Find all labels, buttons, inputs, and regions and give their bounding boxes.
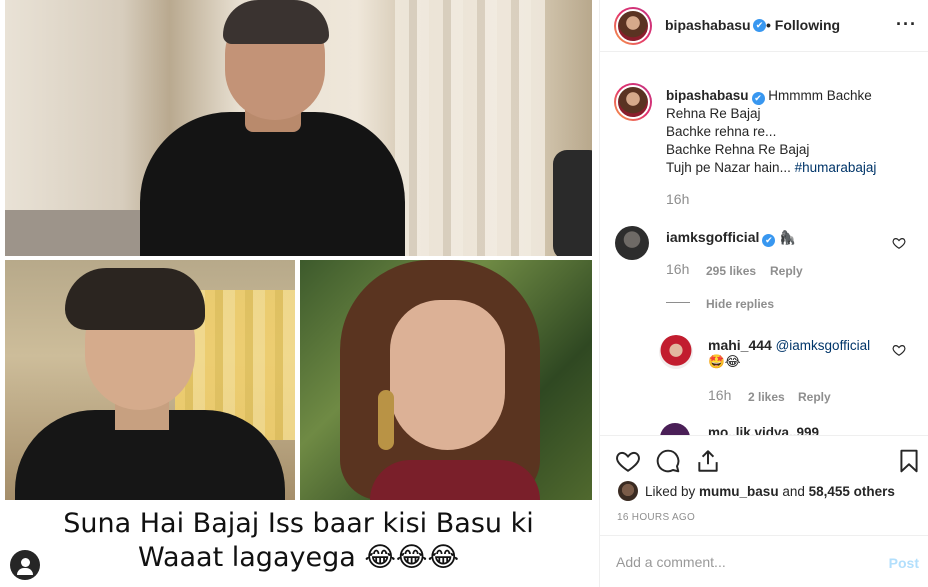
hashtag-link[interactable]: #humarabajaj [795,160,877,175]
share-icon[interactable] [695,448,721,474]
comment-row: iamksgofficial ✔ 🦍 [666,229,796,247]
reply-button[interactable]: Reply [770,264,803,278]
caption-line4: Bachke Rehna Re Bajaj [666,142,810,157]
heart-icon[interactable] [892,236,906,250]
likes-middle: and [778,484,809,499]
heart-icon[interactable] [615,448,641,474]
next-reply-username[interactable]: mo..lik.vidya..999 [708,425,819,435]
meme-caption-line1: Suna Hai Bajaj Iss baar kisi Basu ki [63,508,534,539]
reply-reply-button[interactable]: Reply [798,390,831,404]
caption-line2: Rehna Re Bajaj [666,106,761,121]
liker-username[interactable]: mumu_basu [699,484,779,499]
comment-avatar[interactable] [615,226,649,260]
mention-link[interactable]: @iamksgofficial [776,338,871,353]
caption-line1: Hmmmm Bachke [768,88,872,103]
comments-list[interactable]: bipashabasu ✔ Hmmmm Bachke Rehna Re Bajaj… [600,53,928,435]
avatar[interactable] [614,7,652,45]
comment-likes[interactable]: 295 likes [706,264,756,278]
verified-icon: ✔ [751,92,765,105]
reply-row: mahi_444 @iamksgofficial [708,337,870,353]
hide-replies-button[interactable]: Hide replies [706,297,774,311]
reply-likes[interactable]: 2 likes [748,390,785,404]
photo-woman [300,260,592,500]
caption-avatar[interactable] [614,83,652,121]
post-side-panel: bipashabasu ✔ • Following ··· bipashabas… [599,0,928,587]
likes-summary: Liked by mumu_basu and 58,455 others [600,478,928,506]
post-button[interactable]: Post [889,555,919,571]
comment-input[interactable] [616,552,866,572]
post-header: bipashabasu ✔ • Following ··· [600,0,928,52]
reply-time[interactable]: 16h [708,387,731,403]
caption-line3: Bachke rehna re... [666,124,777,139]
comment-time[interactable]: 16h [666,261,689,277]
replies-divider [666,302,690,303]
caption-text: bipashabasu ✔ Hmmmm Bachke Rehna Re Bajaj… [666,87,916,177]
caption-username[interactable]: bipashabasu [666,88,749,103]
verified-icon: ✔ [753,19,766,32]
photo-young-man [5,260,295,500]
caption-time[interactable]: 16h [666,191,689,207]
posted-time[interactable]: 16 HOURS AGO [617,512,695,523]
meme-caption: Suna Hai Bajaj Iss baar kisi Basu ki Waa… [5,500,592,587]
following-status[interactable]: • Following [766,17,840,33]
action-bar [600,435,928,475]
add-comment-bar: Post [600,535,928,587]
verified-icon: ✔ [762,234,776,247]
post-media[interactable]: Suna Hai Bajaj Iss baar kisi Basu ki Waa… [0,0,599,587]
user-icon[interactable] [10,550,40,580]
comment-username[interactable]: iamksgofficial [666,229,759,245]
bookmark-icon[interactable] [896,448,922,474]
reply-username[interactable]: mahi_444 [708,337,772,353]
caption-line5: Tujh pe Nazar hain... [666,160,791,175]
next-reply-avatar[interactable] [660,423,690,435]
liker-avatar[interactable] [618,481,638,501]
comment-icon[interactable] [655,448,681,474]
reply-text: 🤩😂 [708,354,741,369]
comment-text: 🦍 [779,230,796,245]
header-username[interactable]: bipashabasu [665,17,751,33]
reply-avatar[interactable] [659,335,693,369]
likes-prefix: Liked by [645,484,700,499]
photo-man-in-black [5,0,592,256]
meme-caption-line2: Waaat lagayega 😂😂😂 [137,542,459,573]
more-icon[interactable]: ··· [896,14,917,35]
heart-icon[interactable] [892,343,906,357]
likes-count[interactable]: 58,455 others [809,484,895,499]
